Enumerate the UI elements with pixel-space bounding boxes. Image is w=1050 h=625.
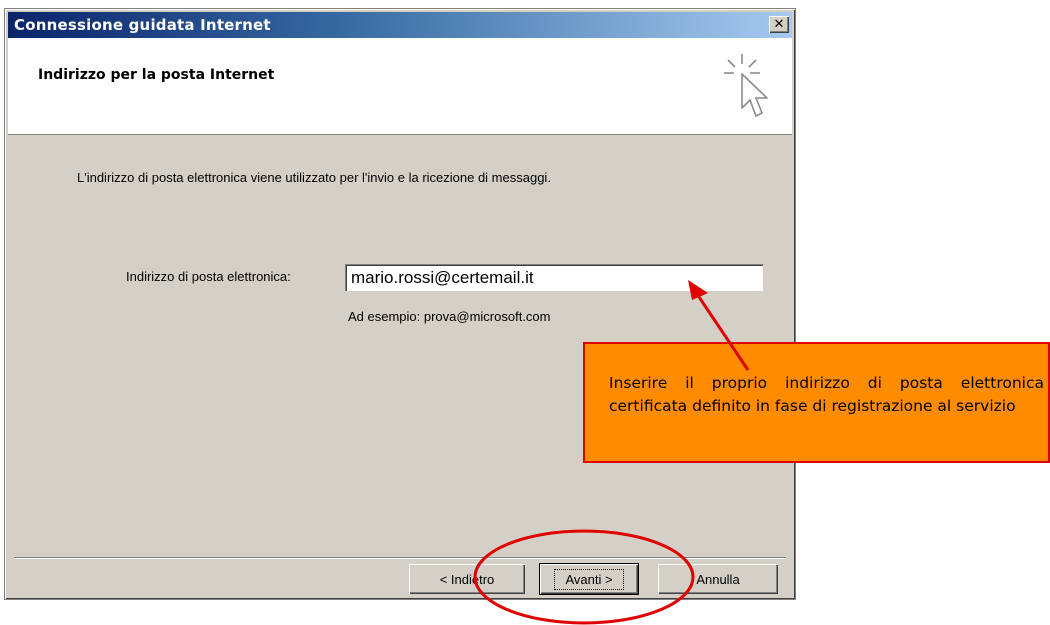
footer-divider	[14, 557, 786, 559]
email-example: Ad esempio: prova@microsoft.com	[348, 309, 551, 324]
wizard-header: Indirizzo per la posta Internet	[8, 38, 792, 135]
email-label: Indirizzo di posta elettronica:	[126, 269, 291, 284]
next-button[interactable]: Avanti >	[540, 564, 638, 594]
cancel-button[interactable]: Annulla	[658, 564, 778, 594]
close-button[interactable]: ✕	[769, 16, 789, 33]
screenshot-stage: Connessione guidata Internet ✕ Indirizzo…	[0, 0, 1050, 625]
intro-text: L'indirizzo di posta elettronica viene u…	[77, 170, 551, 185]
annotation-callout: Inserire il proprio indirizzo di posta e…	[583, 342, 1050, 463]
next-button-label: Avanti >	[554, 568, 624, 590]
title-bar[interactable]: Connessione guidata Internet ✕	[8, 12, 792, 38]
wizard-cursor-icon	[724, 54, 768, 117]
window-title: Connessione guidata Internet	[14, 16, 271, 34]
page-title: Indirizzo per la posta Internet	[38, 67, 275, 83]
wizard-dialog: Connessione guidata Internet ✕ Indirizzo…	[4, 8, 796, 600]
close-icon: ✕	[773, 17, 785, 32]
email-field[interactable]	[345, 264, 763, 291]
back-button[interactable]: < Indietro	[409, 564, 525, 594]
